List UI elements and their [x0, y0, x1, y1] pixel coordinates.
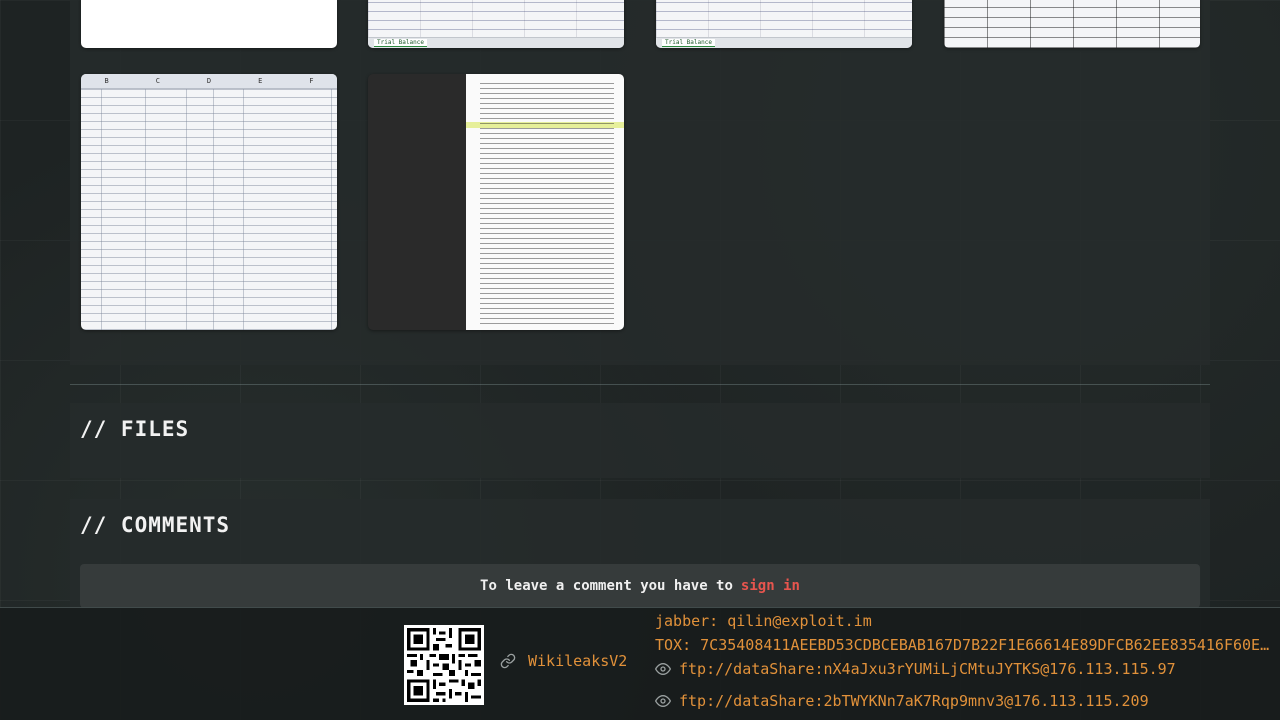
wikileaks-link[interactable]: WikileaksV2 — [500, 652, 627, 670]
ftp-link-2-text[interactable]: ftp://dataShare:2bTWYKNn7aK7Rqp9mnv3@176… — [679, 692, 1149, 710]
sheet-column-header: B C D E F — [81, 74, 337, 89]
files-section: // FILES — [70, 403, 1210, 478]
column-label: D — [206, 77, 212, 85]
gallery-thumbnail[interactable]: Trial Balance — [368, 0, 624, 48]
comments-section: // COMMENTS To leave a comment you have … — [70, 499, 1210, 609]
gallery-thumbnail[interactable] — [944, 0, 1200, 48]
column-label: C — [155, 77, 160, 85]
jabber-contact: jabber: qilin@exploit.im — [655, 612, 872, 630]
ftp-link-1-text[interactable]: ftp://dataShare:nX4aJxu3rYUMiLjCMtuJYTKS… — [679, 660, 1176, 678]
link-icon — [500, 653, 516, 669]
comment-signin-box: To leave a comment you have to sign in — [80, 564, 1200, 608]
section-divider — [70, 384, 1210, 385]
gallery-thumbnail[interactable] — [368, 74, 624, 330]
qr-code — [404, 625, 484, 705]
tox-contact: TOX: 7C35408411AEEBD53CDBCEBAB167D7B22F1… — [655, 636, 1275, 654]
gallery-thumbnail[interactable]: Trial Balance — [656, 0, 912, 48]
eye-icon — [655, 661, 671, 677]
wikileaks-link-label: WikileaksV2 — [528, 652, 628, 670]
files-title: // FILES — [80, 417, 190, 441]
column-label: B — [104, 77, 109, 85]
sheet-tab: Trial Balance — [662, 39, 715, 47]
gallery-thumbnail[interactable] — [81, 0, 337, 48]
gallery-panel: Trial Balance Trial Balance B C D E F — [70, 0, 1210, 365]
ftp-link-1[interactable]: ftp://dataShare:nX4aJxu3rYUMiLjCMtuJYTKS… — [655, 660, 1275, 678]
comment-prompt: To leave a comment you have to — [480, 578, 733, 594]
column-label: F — [309, 77, 314, 85]
comments-title: // COMMENTS — [80, 513, 231, 537]
ftp-link-2[interactable]: ftp://dataShare:2bTWYKNn7aK7Rqp9mnv3@176… — [655, 692, 1275, 710]
footer: WikileaksV2 jabber: qilin@exploit.im TOX… — [0, 607, 1280, 720]
gallery-thumbnail[interactable]: B C D E F — [81, 74, 337, 330]
sign-in-link[interactable]: sign in — [741, 578, 800, 594]
sheet-tab: Trial Balance — [374, 39, 427, 47]
column-label: E — [258, 77, 263, 85]
eye-icon — [655, 693, 671, 709]
